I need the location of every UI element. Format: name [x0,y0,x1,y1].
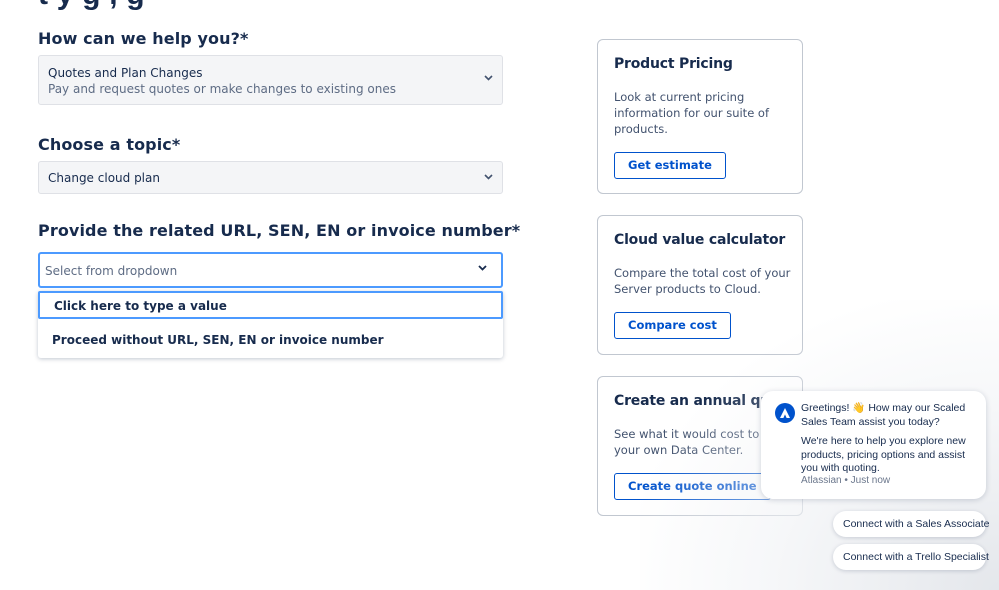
reference-field-label: Provide the related URL, SEN, EN or invo… [38,221,521,240]
dropdown-option-proceed-without[interactable]: Proceed without URL, SEN, EN or invoice … [38,328,503,352]
chat-message-meta: Atlassian • Just now [801,475,891,486]
atlassian-logo-icon [775,403,795,423]
topic-select[interactable]: Change cloud plan [38,161,503,194]
dropdown-option-type-value[interactable]: Click here to type a value [38,291,503,319]
help-select-description: Pay and request quotes or make changes t… [48,82,396,96]
get-estimate-button[interactable]: Get estimate [614,152,726,179]
chevron-down-icon [484,72,493,84]
help-select-value: Quotes and Plan Changes [48,66,203,80]
chat-greeting: Greetings! 👋 How may our Scaled Sales Te… [801,402,966,428]
page-heading-clipped: t y g , g [38,0,145,12]
quick-reply-trello-specialist[interactable]: Connect with a Trello Specialist [833,544,989,570]
topic-select-value: Change cloud plan [48,171,160,185]
chat-message-text: We're here to help you explore new produ… [801,435,966,474]
chat-message-bubble: Greetings! 👋 How may our Scaled Sales Te… [761,391,986,499]
quick-reply-sales-associate[interactable]: Connect with a Sales Associate [833,511,990,537]
card-description: Compare the total cost of your Server pr… [614,266,791,296]
help-field-label: How can we help you?* [38,29,249,48]
card-title: Cloud value calculator [614,232,786,248]
topic-field-label: Choose a topic* [38,135,181,154]
reference-dropdown-menu: Click here to type a value Proceed witho… [38,291,503,358]
card-product-pricing: Product Pricing Look at current pricing … [597,39,803,194]
chevron-down-icon [484,171,493,183]
card-cloud-value-calculator: Cloud value calculator Compare the total… [597,215,803,355]
reference-select-placeholder: Select from dropdown [45,264,178,278]
chevron-down-icon [478,262,487,274]
help-select[interactable]: Quotes and Plan Changes Pay and request … [38,55,503,105]
create-quote-online-button[interactable]: Create quote online [614,473,771,500]
card-title: Product Pricing [614,56,733,72]
card-description: Look at current pricing information for … [614,90,770,136]
compare-cost-button[interactable]: Compare cost [614,312,731,339]
reference-select[interactable]: Select from dropdown [38,252,503,288]
